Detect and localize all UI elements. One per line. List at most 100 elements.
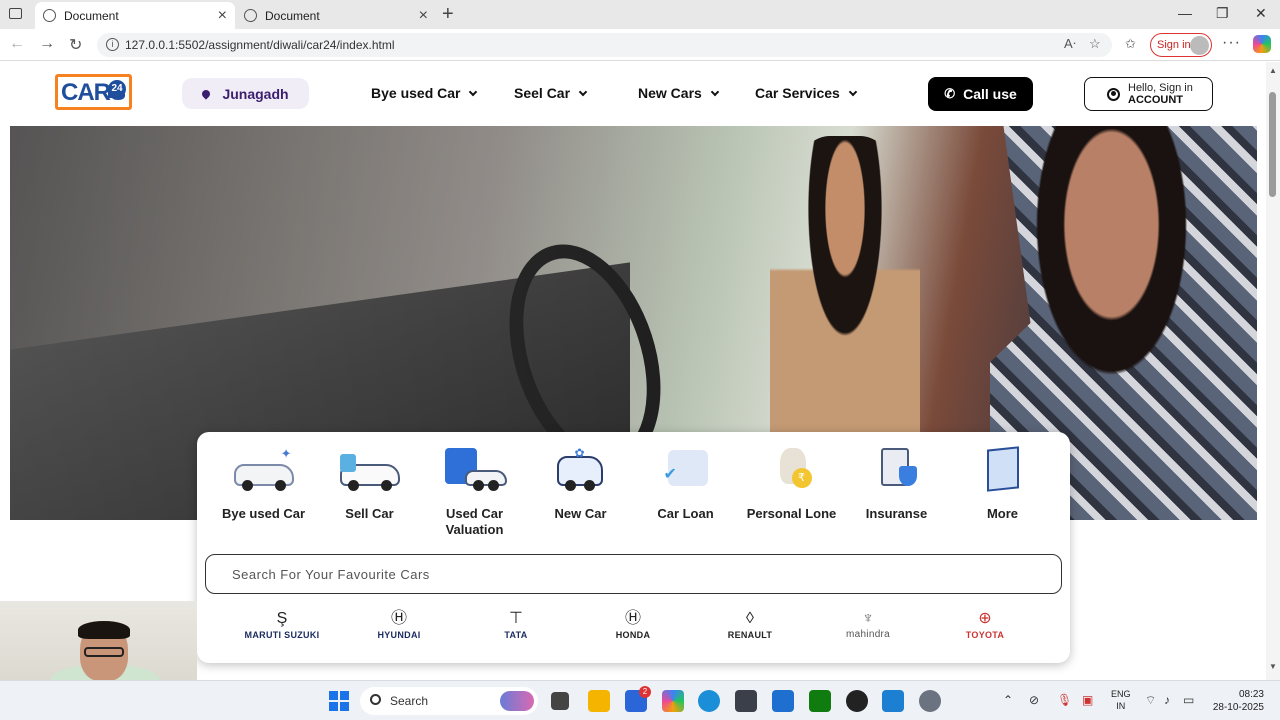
insurance-shield-icon — [863, 446, 931, 496]
brand-maruti-suzuki[interactable]: Ş MARUTI SUZUKI — [237, 610, 327, 640]
user-icon — [1107, 87, 1120, 101]
service-label: Insuranse — [865, 506, 928, 521]
brand-toyota[interactable]: ⊕ TOYOTA — [940, 610, 1030, 640]
scroll-down-icon[interactable]: ▼ — [1269, 662, 1277, 671]
service-used-car-valuation[interactable]: Used Car Valuation — [422, 446, 527, 538]
web-page: CARS 24 Junagadh Bye used Car Seel Car N… — [0, 62, 1266, 680]
copilot-icon[interactable] — [1253, 35, 1271, 53]
tata-logo-icon: ⊤ — [509, 610, 523, 627]
tray-chevron-up-icon[interactable]: ⌃ — [1003, 693, 1013, 707]
nav-new-cars[interactable]: New Cars — [638, 85, 720, 101]
edge-browser-icon[interactable] — [698, 690, 720, 712]
task-view-icon[interactable] — [551, 692, 569, 710]
account-button[interactable]: Hello, Sign in ACCOUNT — [1084, 77, 1213, 111]
scroll-up-icon[interactable]: ▲ — [1269, 66, 1277, 75]
nav-label: Bye used Car — [371, 85, 461, 101]
cars24-logo[interactable]: CARS 24 — [55, 74, 132, 110]
tray-app-icon[interactable]: ⊘ — [1029, 693, 1039, 707]
service-car-loan[interactable]: ✔ Car Loan — [633, 446, 738, 522]
chevron-down-icon — [710, 87, 720, 97]
battery-icon[interactable]: ▭ — [1183, 693, 1194, 707]
brand-name: mahindra — [845, 629, 891, 640]
clock-date: 28-10-2025 — [1212, 702, 1264, 713]
vscode-icon[interactable] — [882, 690, 904, 712]
copilot-app-icon[interactable] — [662, 690, 684, 712]
tray-recording-icon[interactable]: ▣ — [1082, 693, 1093, 707]
service-sell-car[interactable]: Sell Car — [317, 446, 422, 522]
service-personal-loan[interactable]: ₹ Personal Lone — [739, 446, 844, 522]
windows-start-icon[interactable] — [329, 691, 349, 711]
taskbar-search-label: Search — [390, 694, 429, 708]
paint-app-icon[interactable] — [772, 690, 794, 712]
tab-actions-icon[interactable] — [9, 8, 22, 19]
service-insurance[interactable]: Insuranse — [844, 446, 949, 522]
brand-name: MARUTI SUZUKI — [244, 630, 320, 640]
car-loan-icon: ✔ — [652, 446, 720, 496]
close-window-icon[interactable]: ✕ — [1255, 5, 1267, 22]
brand-mahindra[interactable]: ♆ mahindra — [823, 610, 913, 640]
obs-icon[interactable] — [846, 690, 868, 712]
service-label: Car Loan — [657, 506, 714, 521]
site-info-icon[interactable]: i — [106, 38, 119, 51]
scrollbar-thumb[interactable] — [1269, 92, 1276, 197]
tab-title: Document — [265, 8, 320, 23]
close-tab-icon[interactable]: × — [419, 7, 428, 25]
nav-buy-used-car[interactable]: Bye used Car — [371, 85, 478, 101]
favorites-icon[interactable]: ✩ — [1125, 36, 1136, 52]
search-icon — [370, 694, 381, 705]
notification-badge: 2 — [639, 686, 651, 698]
minimize-icon[interactable]: — — [1178, 5, 1192, 21]
brand-honda[interactable]: Ⓗ HONDA — [588, 610, 678, 640]
input-language[interactable]: ENG IN — [1111, 688, 1131, 712]
location-pin-icon — [200, 87, 213, 100]
address-bar[interactable]: i 127.0.0.1:5502/assignment/diwali/car24… — [97, 33, 1112, 57]
nav-label: Car Services — [755, 85, 840, 101]
nav-car-services[interactable]: Car Services — [755, 85, 858, 101]
renault-logo-icon: ◊ — [746, 610, 754, 627]
brand-name: HYUNDAI — [377, 630, 421, 640]
service-label: Personal Lone — [746, 506, 837, 521]
maximize-icon[interactable]: ❐ — [1216, 5, 1229, 22]
new-car-icon: ✿ — [547, 446, 615, 496]
read-aloud-icon[interactable]: Aᐧ — [1064, 36, 1076, 52]
back-icon[interactable]: ← — [9, 35, 25, 53]
xbox-icon[interactable] — [809, 690, 831, 712]
service-new-car[interactable]: ✿ New Car — [528, 446, 633, 522]
presenter-hair — [78, 621, 130, 639]
service-more[interactable]: More — [950, 446, 1055, 522]
reload-icon[interactable]: ↻ — [69, 35, 82, 55]
nav-sell-car[interactable]: Seel Car — [514, 85, 588, 101]
taskbar-search[interactable]: Search — [360, 687, 538, 715]
car-search-input[interactable] — [205, 554, 1062, 594]
forward-icon[interactable]: → — [39, 35, 55, 53]
service-buy-used-car[interactable]: ✦ Bye used Car — [211, 446, 316, 522]
volume-icon[interactable]: ♪ — [1164, 693, 1170, 707]
browser-tab-bar: Document × Document × + — ❐ ✕ — [0, 0, 1280, 29]
more-options-icon[interactable]: ··· — [1222, 34, 1241, 52]
close-tab-icon[interactable]: × — [218, 7, 227, 25]
mahindra-logo-icon: ♆ — [862, 610, 874, 627]
call-button[interactable]: ✆ Call use — [928, 77, 1033, 111]
browser-tab-active[interactable]: Document × — [35, 2, 235, 29]
system-clock[interactable]: 08:23 28-10-2025 — [1206, 688, 1264, 714]
browser-toolbar: ← → ↻ i 127.0.0.1:5502/assignment/diwali… — [0, 29, 1280, 61]
microphone-icon[interactable]: 🎙 — [1057, 693, 1072, 707]
chevron-down-icon — [469, 87, 478, 97]
wifi-icon[interactable]: ⌔ — [1145, 693, 1156, 708]
calculator-car-icon — [441, 446, 509, 496]
favorite-star-icon[interactable]: ☆ — [1089, 36, 1101, 52]
settings-gear-icon[interactable] — [919, 690, 941, 712]
location-selector[interactable]: Junagadh — [182, 78, 309, 109]
file-explorer-icon[interactable] — [588, 690, 610, 712]
webcam-overlay — [0, 601, 197, 680]
phone-icon: ✆ — [944, 86, 956, 101]
page-scrollbar[interactable]: ▲ ▼ — [1266, 62, 1280, 680]
brand-hyundai[interactable]: Ⓗ HYUNDAI — [354, 610, 444, 640]
brand-tata[interactable]: ⊤ TATA — [471, 610, 561, 640]
new-tab-icon[interactable]: + — [442, 3, 454, 26]
service-label: New Car — [554, 506, 607, 521]
app-cube-icon[interactable] — [735, 690, 757, 712]
brand-renault[interactable]: ◊ RENAULT — [705, 610, 795, 640]
browser-tab[interactable]: Document × — [236, 2, 436, 29]
profile-signin-button[interactable]: Sign in — [1150, 33, 1212, 57]
